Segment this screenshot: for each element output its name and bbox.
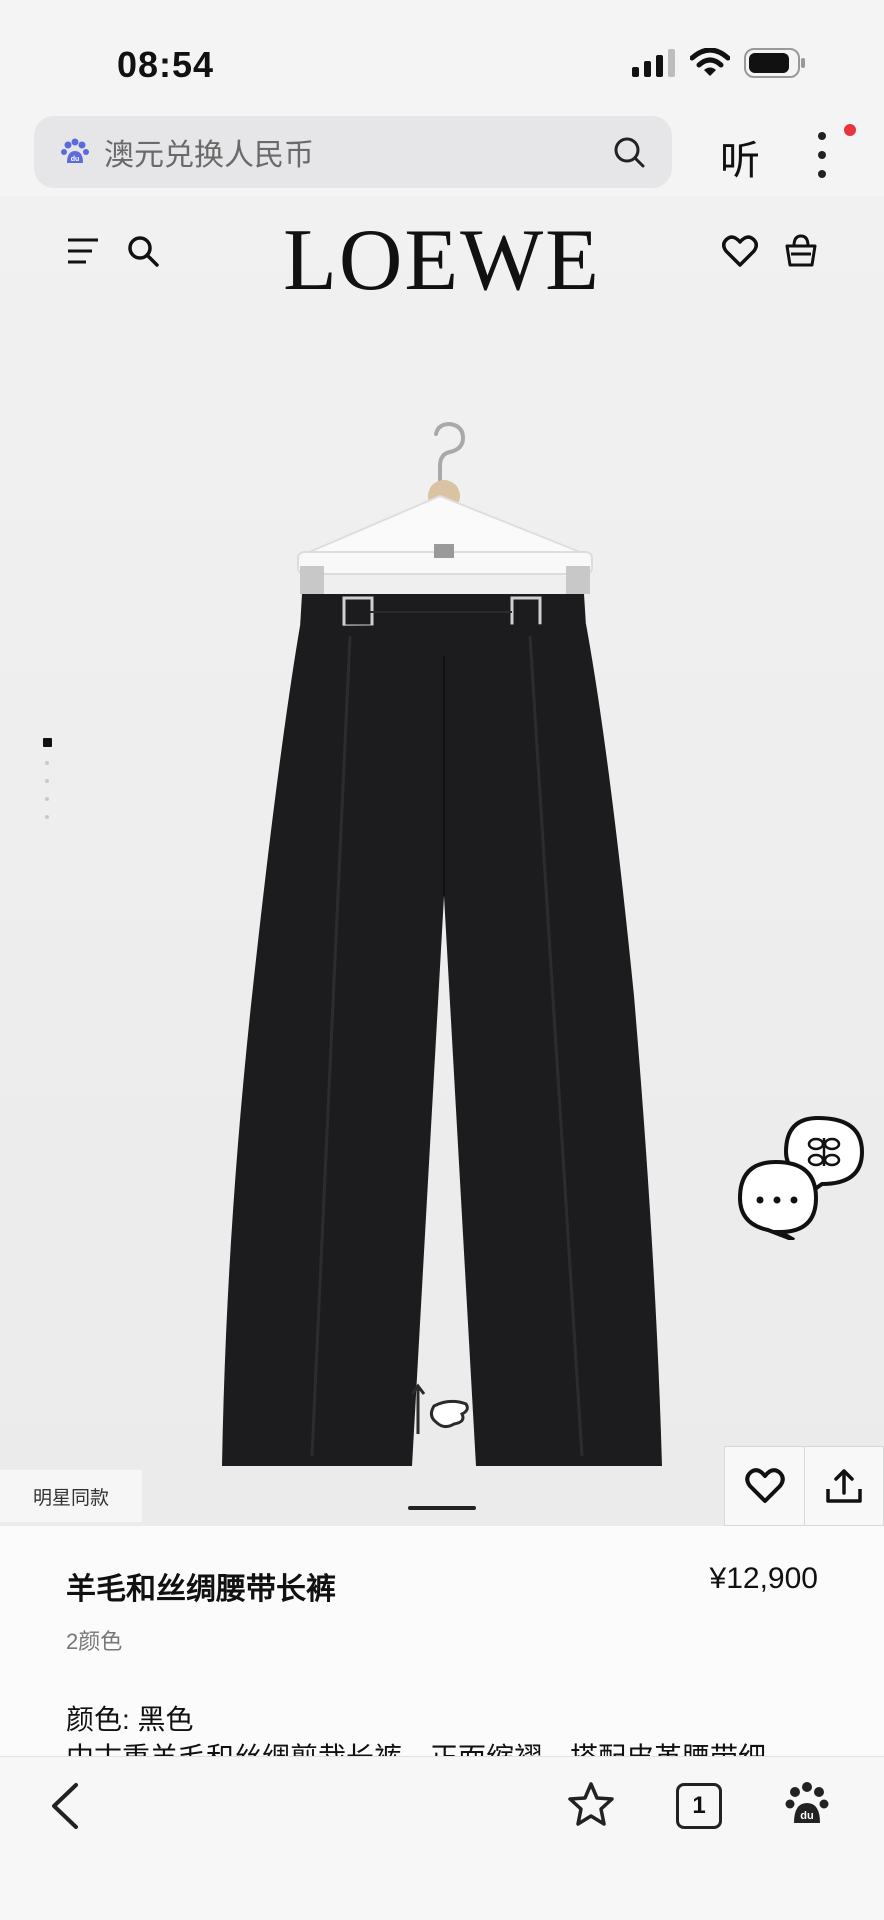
bookmark-star-icon[interactable]	[566, 1781, 616, 1829]
swipe-up-hint-icon	[410, 1383, 469, 1434]
search-query[interactable]: 澳元兑换人民币	[104, 130, 612, 174]
product-name: 羊毛和丝绸腰带长裤	[66, 1573, 336, 1606]
color-label: 颜色: 黑色	[66, 1704, 194, 1735]
scroll-handle[interactable]	[408, 1506, 476, 1510]
more-menu-icon[interactable]	[814, 128, 830, 182]
browser-bottom-bar: 1 du	[0, 1756, 884, 1920]
browser-toolbar: du 澳元兑换人民币 听	[0, 110, 884, 196]
gallery-dot[interactable]	[45, 779, 49, 783]
trousers-illustration	[222, 421, 662, 1466]
chat-support-icon[interactable]	[736, 1114, 870, 1240]
site-header: LOEWE	[0, 196, 884, 316]
wishlist-heart-icon[interactable]	[722, 234, 758, 268]
status-bar: 08:54	[0, 0, 884, 110]
svg-text:du: du	[800, 1810, 813, 1822]
gallery-dot[interactable]	[45, 815, 49, 819]
color-count[interactable]: 2颜色	[66, 1624, 122, 1656]
signal-icon	[632, 49, 675, 77]
search-icon[interactable]	[612, 135, 646, 169]
shopping-basket-icon[interactable]	[784, 234, 818, 268]
svg-text:du: du	[71, 156, 80, 163]
share-button[interactable]	[804, 1447, 883, 1525]
tab-count-button[interactable]: 1	[676, 1783, 722, 1829]
product-actions	[724, 1446, 884, 1526]
notification-dot	[844, 124, 856, 136]
celebrity-style-badge: 明星同款	[0, 1470, 142, 1522]
baidu-home-icon[interactable]: du	[784, 1781, 830, 1827]
product-price: ¥12,900	[709, 1562, 818, 1595]
gallery-dot-active[interactable]	[42, 738, 52, 747]
battery-icon	[744, 48, 805, 78]
product-image[interactable]: LOEWE 明星同款	[0, 196, 884, 1526]
product-info: 羊毛和丝绸腰带长裤 ¥12,900 2颜色 颜色: 黑色 中古重羊毛和丝绸剪裁长…	[0, 1526, 884, 1756]
listen-button[interactable]: 听	[720, 128, 760, 186]
heart-icon	[744, 1468, 785, 1503]
favorite-button[interactable]	[725, 1447, 804, 1525]
gallery-indicator[interactable]	[42, 738, 52, 833]
product-description: 中古重羊毛和丝绸剪裁长裤，正面缩褶，搭配皮革腰带细	[66, 1736, 766, 1756]
back-arrow-icon[interactable]	[46, 1781, 86, 1831]
wifi-icon	[690, 48, 730, 76]
share-icon	[826, 1469, 862, 1503]
product-page: LOEWE 明星同款	[0, 196, 884, 1526]
status-icons	[632, 48, 806, 78]
gallery-dot[interactable]	[45, 797, 49, 801]
gallery-dot[interactable]	[45, 761, 49, 765]
status-time: 08:54	[117, 44, 215, 85]
baidu-paw-icon: du	[61, 138, 89, 163]
search-input[interactable]: du 澳元兑换人民币	[34, 116, 672, 188]
